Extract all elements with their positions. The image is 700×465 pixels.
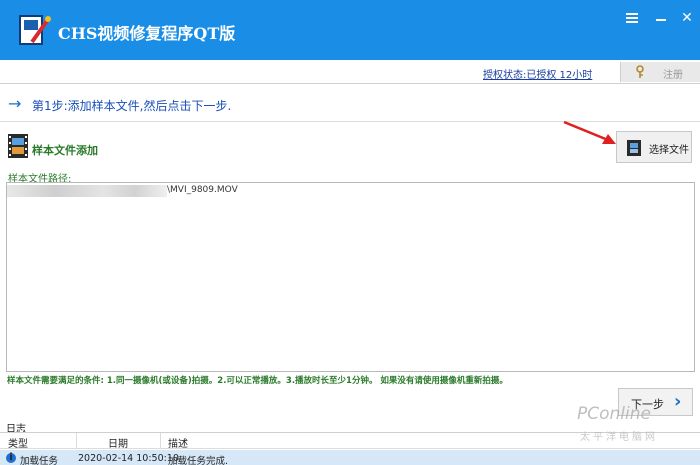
step-bar: → 第1步:添加样本文件,然后点击下一步. [0,86,700,122]
watermark-subtitle: 太平洋电脑网 [580,432,658,443]
choose-file-label: 选择文件 [649,145,689,156]
chevron-right-icon: › [674,391,682,412]
log-row-description: 加载任务完成. [168,456,229,465]
log-column-date[interactable]: 日期 [108,435,128,450]
license-bar: 授权状态:已授权 12小时 注册 [0,60,700,84]
title-bar: CHS视频修复程序QT版 ✕ [0,0,700,60]
step-instruction: 第1步:添加样本文件,然后点击下一步. [32,99,232,113]
log-row-type: 加载任务 [20,456,59,465]
sample-path-value: \MVI_9809.MOV [167,185,238,195]
register-button[interactable]: 注册 [620,62,700,82]
license-status-link[interactable]: 授权状态:已授权 12小时 [483,66,592,81]
sample-conditions-text: 样本文件需要满足的条件: 1.同一摄像机(或设备)拍摄。2.可以正常播放。3.播… [7,376,508,386]
arrow-right-icon: → [8,94,22,113]
close-button[interactable]: ✕ [676,8,698,28]
menu-button[interactable] [621,8,643,28]
minimize-button[interactable] [650,8,672,28]
log-column-description[interactable]: 描述 [168,435,188,450]
minimize-icon [656,19,666,21]
app-logo-icon [19,15,51,45]
watermark-logo: PConline [577,404,651,424]
close-icon: ✕ [681,10,693,26]
info-icon: i [6,453,16,463]
app-title: CHS视频修复程序QT版 [58,24,236,43]
file-video-icon [627,140,641,156]
path-blurred-segment [7,185,167,197]
log-column-type[interactable]: 类型 [8,435,28,450]
film-icon [8,134,28,158]
log-row-date: 2020-02-14 10:50:10 [78,453,179,464]
key-icon [636,65,644,78]
table-row[interactable]: i 加载任务 2020-02-14 10:50:10 加载任务完成. [0,450,700,465]
red-pointer-arrow-icon [563,120,616,144]
register-label: 注册 [663,70,683,81]
choose-file-button[interactable]: 选择文件 [616,131,692,163]
sample-section-title: 样本文件添加 [32,144,98,157]
sample-path-textarea[interactable]: \MVI_9809.MOV [6,182,695,372]
